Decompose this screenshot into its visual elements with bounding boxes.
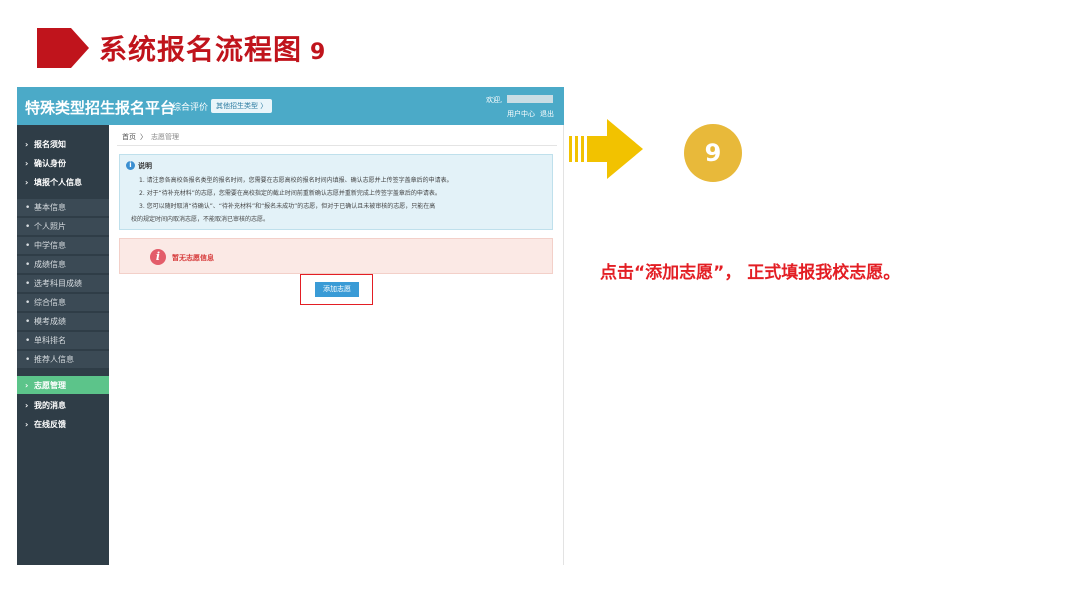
username-redacted <box>507 95 553 103</box>
bullet-icon: • <box>25 316 31 327</box>
empty-alert: i 暂无志愿信息 <box>119 238 553 274</box>
bullet-icon: • <box>25 297 31 308</box>
nav-label[interactable]: 综合评价 <box>172 100 208 113</box>
bullet-icon: • <box>25 202 31 213</box>
sidebar-item-label: 填报个人信息 <box>34 177 82 187</box>
breadcrumb-separator: 〉 <box>140 133 147 141</box>
breadcrumb-current: 志愿管理 <box>151 133 179 141</box>
sidebar-item-label: 志愿管理 <box>34 380 66 390</box>
sidebar-item-label: 确认身份 <box>34 158 66 168</box>
notice-line: 3. 您可以随时取消“待确认”、“待补充材料”和“报名未成功”的志愿，但对于已确… <box>139 203 436 210</box>
sidebar-sub-subject-rank[interactable]: • 单科排名 <box>17 332 109 349</box>
sidebar-sub-label: 推荐人信息 <box>34 355 74 364</box>
notice-line: 2. 对于“待补充材料”的志愿，您需要在高校指定的截止时间前重新确认志愿并重新完… <box>139 190 441 197</box>
bullet-icon: • <box>25 259 31 270</box>
welcome-text: 欢迎, <box>486 96 503 104</box>
right-arrow-icon <box>569 119 649 183</box>
notice-line: 1. 请注意各高校各报名类型的报名时间，您需要在志愿高校的报名时间内填报、确认志… <box>139 177 453 184</box>
chevron-right-icon: › <box>25 139 29 149</box>
sidebar-item-feedback[interactable]: › 在线反馈 <box>17 415 109 433</box>
sidebar-sub-comprehensive[interactable]: • 综合信息 <box>17 294 109 311</box>
sidebar-item-label: 我的消息 <box>34 400 66 410</box>
info-icon: i <box>126 161 135 170</box>
bullet-icon: • <box>25 221 31 232</box>
slide-title: 系统报名流程图 9 <box>99 28 326 68</box>
notice-title: 说明 <box>138 162 152 170</box>
chevron-right-icon: › <box>25 400 29 410</box>
user-links: 用户中心 退出 <box>507 109 559 119</box>
sidebar-sub-label: 单科排名 <box>34 336 66 345</box>
sidebar-sub-school-info[interactable]: • 中学信息 <box>17 237 109 254</box>
instruction-text: 点击“添加志愿”， 正式填报我校志愿。 <box>600 263 901 283</box>
bullet-icon: • <box>25 335 31 346</box>
sidebar-sub-elective-scores[interactable]: • 选考科目成绩 <box>17 275 109 292</box>
sidebar-item-label: 报名须知 <box>34 139 66 149</box>
notice-panel: i 说明 1. 请注意各高校各报名类型的报名时间，您需要在志愿高校的报名时间内填… <box>119 154 553 230</box>
sidebar-sub-scores[interactable]: • 成绩信息 <box>17 256 109 273</box>
chevron-down-icon: › <box>25 177 29 187</box>
alert-text: 暂无志愿信息 <box>172 254 214 262</box>
app-window: 特殊类型招生报名平台 综合评价 其他招生类型 〉 欢迎, 用户中心 退出 › 报名须… <box>17 87 564 565</box>
step-badge: 9 <box>684 124 742 182</box>
divider <box>117 145 557 146</box>
chevron-right-icon: › <box>25 380 29 390</box>
sidebar-sub-label: 综合信息 <box>34 298 66 307</box>
sidebar-item-messages[interactable]: › 我的消息 <box>17 396 109 414</box>
sidebar-item-confirm-identity[interactable]: › 确认身份 <box>17 154 109 172</box>
header-arrow-icon <box>37 28 89 68</box>
sidebar-sub-label: 中学信息 <box>34 241 66 250</box>
sidebar-item-instructions[interactable]: › 报名须知 <box>17 135 109 153</box>
sidebar-sub-label: 模考成绩 <box>34 317 66 326</box>
sidebar-sub-photo[interactable]: • 个人照片 <box>17 218 109 235</box>
notice-line: 校的规定时间内取消志愿，不能取消已审核的志愿。 <box>131 216 270 223</box>
alert-icon: i <box>150 249 166 265</box>
breadcrumb-home[interactable]: 首页 <box>122 133 136 141</box>
slide-header: 系统报名流程图 9 <box>37 28 326 68</box>
sidebar-item-personal-info[interactable]: › 填报个人信息 <box>17 173 109 191</box>
breadcrumb: 首页〉志愿管理 <box>122 132 179 142</box>
app-topbar: 特殊类型招生报名平台 综合评价 其他招生类型 〉 欢迎, 用户中心 退出 <box>17 87 564 125</box>
sidebar-sub-label: 成绩信息 <box>34 260 66 269</box>
sidebar-item-preferences[interactable]: › 志愿管理 <box>17 376 109 394</box>
bullet-icon: • <box>25 278 31 289</box>
logout-link[interactable]: 退出 <box>540 110 554 118</box>
chevron-right-icon: › <box>25 158 29 168</box>
app-brand[interactable]: 特殊类型招生报名平台 <box>25 97 175 118</box>
bullet-icon: • <box>25 240 31 251</box>
sidebar-sub-label: 选考科目成绩 <box>34 279 82 288</box>
slide-step-number: 9 <box>310 40 327 65</box>
nav-badge[interactable]: 其他招生类型 〉 <box>211 99 273 113</box>
sidebar-item-label: 在线反馈 <box>34 419 66 429</box>
slide-title-text: 系统报名流程图 <box>99 33 303 66</box>
sidebar: › 报名须知 › 确认身份 › 填报个人信息 • 基本信息 • 个人照片 • 中学信息 • 成… <box>17 125 109 565</box>
sidebar-sub-label: 个人照片 <box>34 222 66 231</box>
bullet-icon: • <box>25 354 31 365</box>
user-center-link[interactable]: 用户中心 <box>507 110 535 118</box>
sidebar-sub-basic-info[interactable]: • 基本信息 <box>17 199 109 216</box>
sidebar-sub-label: 基本信息 <box>34 203 66 212</box>
sidebar-sub-mock-exam[interactable]: • 模考成绩 <box>17 313 109 330</box>
sidebar-sub-referrer[interactable]: • 推荐人信息 <box>17 351 109 368</box>
chevron-right-icon: › <box>25 419 29 429</box>
add-preference-button[interactable]: 添加志愿 <box>315 282 359 297</box>
